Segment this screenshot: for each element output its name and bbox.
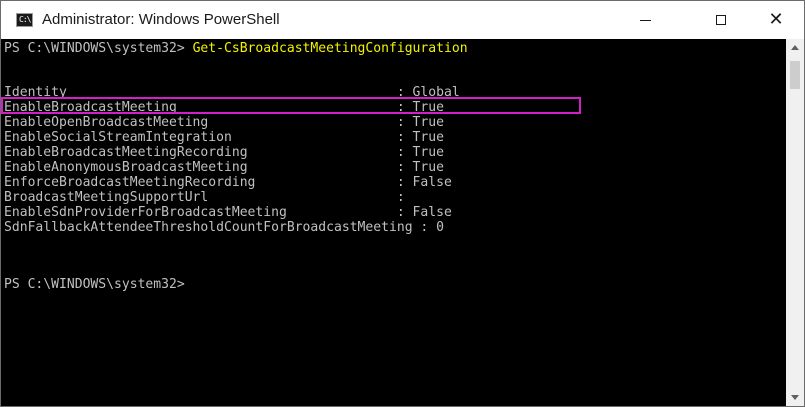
close-button[interactable]: ✕ <box>753 1 799 39</box>
minimize-icon <box>639 19 651 21</box>
scroll-up-button[interactable] <box>786 39 804 56</box>
close-icon: ✕ <box>768 9 784 30</box>
scroll-down-button[interactable] <box>786 389 804 406</box>
command-line: PS C:\WINDOWS\system32> Get-CsBroadcastM… <box>4 41 468 56</box>
scroll-thumb[interactable] <box>790 61 800 89</box>
powershell-console-icon[interactable]: C:\ <box>16 13 33 27</box>
maximize-button[interactable] <box>698 1 744 39</box>
minimize-button[interactable] <box>622 1 668 39</box>
window-title: Administrator: Windows PowerShell <box>42 11 280 28</box>
output-line-enable-social-stream-integration: EnableSocialStreamIntegration : True <box>4 129 444 145</box>
vertical-scrollbar[interactable] <box>786 39 804 406</box>
prompt: PS C:\WINDOWS\system32> <box>4 40 193 56</box>
maximize-icon <box>716 15 726 25</box>
output-line-enable-sdn-provider: EnableSdnProviderForBroadcastMeeting : F… <box>4 204 452 220</box>
final-prompt: PS C:\WINDOWS\system32> <box>4 276 185 292</box>
highlight-annotation-box <box>1 97 581 114</box>
console-output-area[interactable]: PS C:\WINDOWS\system32> Get-CsBroadcastM… <box>1 39 786 406</box>
title-bar[interactable]: C:\ Administrator: Windows PowerShell ✕ <box>1 1 804 39</box>
arrow-down-icon <box>791 395 799 400</box>
arrow-up-icon <box>791 45 799 50</box>
output-line-broadcast-meeting-support-url: BroadcastMeetingSupportUrl : <box>4 189 405 205</box>
output-line-sdn-fallback-threshold: SdnFallbackAttendeeThresholdCountForBroa… <box>4 219 444 235</box>
output-line-enable-open-broadcast-meeting: EnableOpenBroadcastMeeting : True <box>4 114 444 130</box>
output-line-enable-anonymous-broadcast-meeting: EnableAnonymousBroadcastMeeting : True <box>4 159 444 175</box>
output-line-enforce-broadcast-meeting-recording: EnforceBroadcastMeetingRecording : False <box>4 174 452 190</box>
console-icon-glyph: C:\ <box>19 15 31 24</box>
powershell-window: C:\ Administrator: Windows PowerShell ✕ … <box>0 0 805 407</box>
output-line-enable-broadcast-meeting-recording: EnableBroadcastMeetingRecording : True <box>4 144 444 160</box>
command-text: Get-CsBroadcastMeetingConfiguration <box>192 40 468 56</box>
